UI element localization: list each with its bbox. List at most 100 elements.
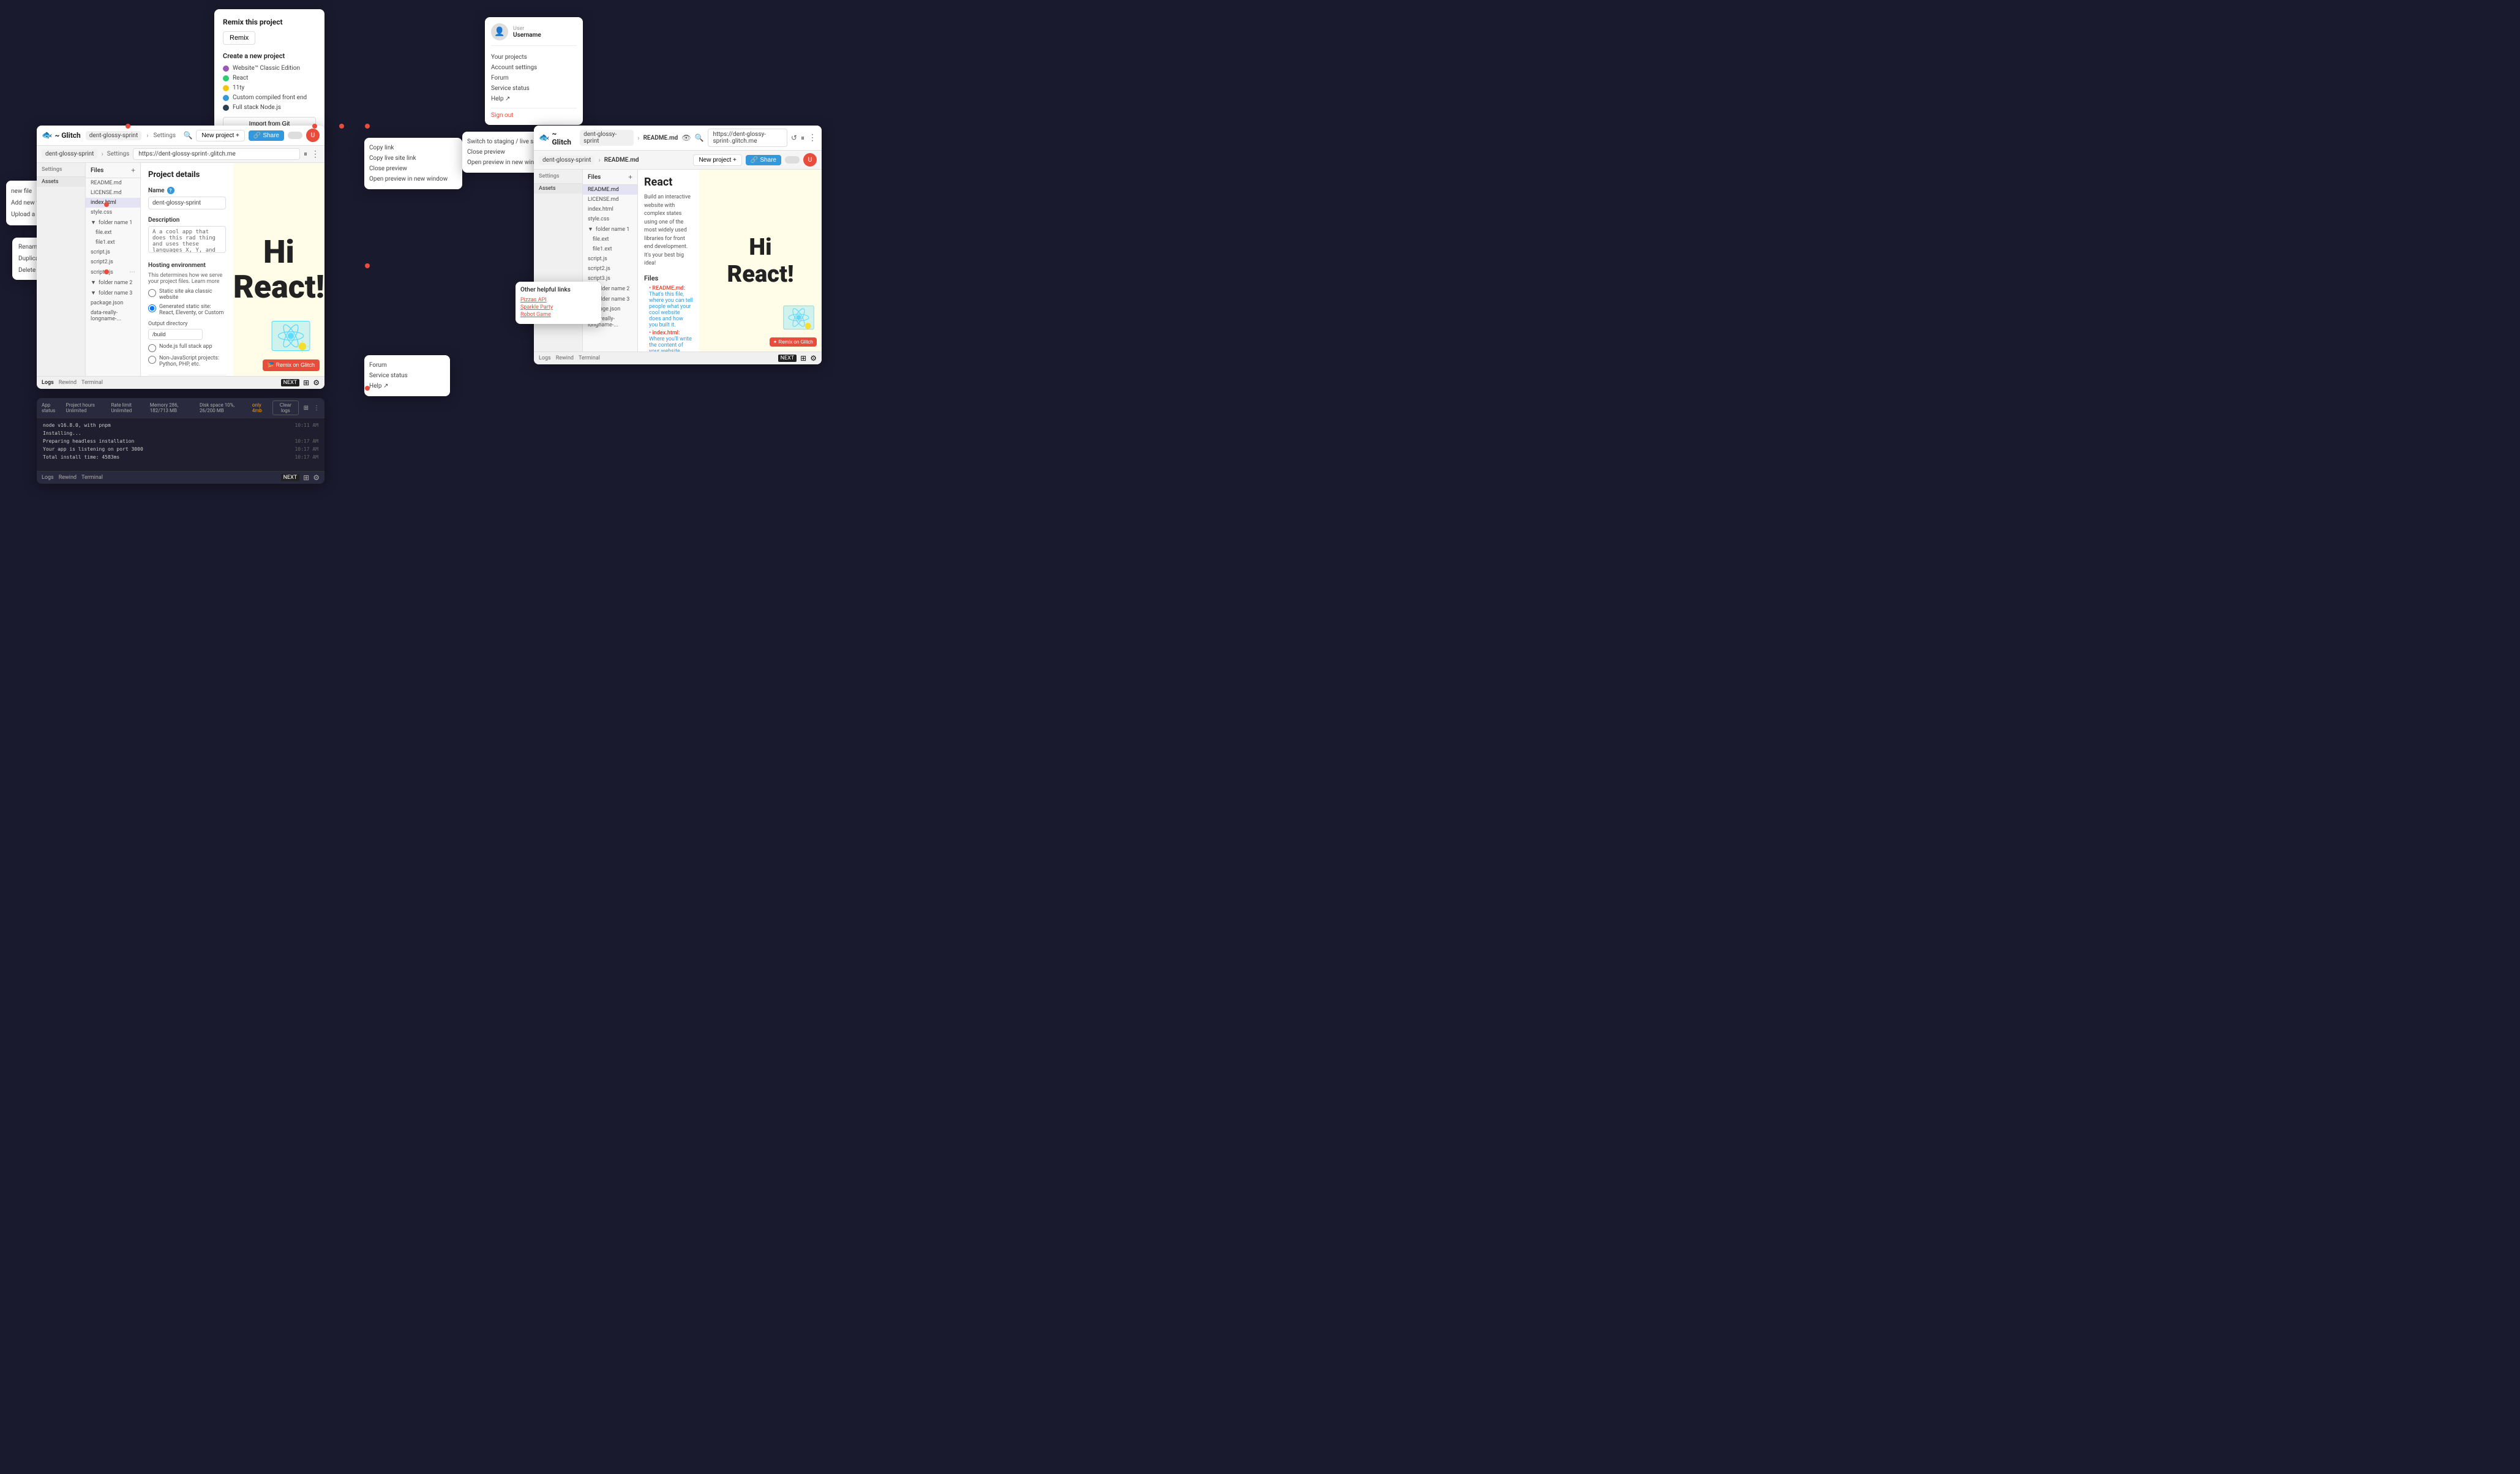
user-avatar-button[interactable]: U	[306, 129, 320, 142]
radio-static-input[interactable]	[148, 289, 156, 297]
menu-your-projects[interactable]: Your projects	[491, 52, 577, 62]
readme-file-ext[interactable]: file.ext	[583, 235, 637, 244]
share-button[interactable]: 🔗 Share	[249, 130, 284, 141]
readme-file-ext2[interactable]: file1.ext	[583, 244, 637, 254]
sidebar-settings[interactable]: Settings	[37, 163, 85, 177]
readme-script2[interactable]: script2.js	[583, 264, 637, 274]
other-sparkle-link[interactable]: Sparkle Party	[520, 304, 596, 310]
readme-eye-icon[interactable]: 👁	[681, 133, 691, 142]
readme-remix-glitch-btn[interactable]: ✦ Remix on Glitch	[770, 337, 817, 347]
readme-share-btn[interactable]: 🔗 Share	[746, 155, 781, 165]
file-ext-1[interactable]: file.ext	[86, 228, 140, 238]
folder-1[interactable]: ▼ folder name 1	[86, 217, 140, 228]
readme-footer-terminal[interactable]: Terminal	[579, 355, 600, 361]
copy-live-link-option[interactable]: Copy live site link	[369, 153, 457, 164]
terminal-more-icon[interactable]: ⋮	[313, 405, 320, 412]
toggle-control[interactable]	[288, 132, 302, 139]
close-preview-option[interactable]: Close preview	[369, 164, 457, 174]
project-option-react[interactable]: React	[223, 75, 316, 81]
terminal-footer-tab-terminal[interactable]: Terminal	[81, 475, 103, 481]
menu-forum[interactable]: Forum	[491, 73, 577, 83]
radio-generated-input[interactable]	[148, 304, 156, 312]
radio-static[interactable]: Static site aka classic website	[148, 288, 226, 301]
readme-sidebar-assets[interactable]: Assets	[534, 184, 582, 194]
terminal-grid-icon[interactable]: ⊞	[303, 473, 309, 482]
menu-help[interactable]: Help ↗	[491, 94, 577, 104]
readme-refresh-icon[interactable]: ↺	[791, 133, 797, 142]
toggle-switch[interactable]	[288, 132, 302, 139]
project-option-11ty[interactable]: 11ty	[223, 85, 316, 91]
readme-search-icon[interactable]: 🔍	[695, 133, 704, 142]
folder-2[interactable]: ▼ folder name 2	[86, 277, 140, 288]
file-script1[interactable]: script.js	[86, 247, 140, 257]
readme-new-project-btn[interactable]: New project +	[693, 154, 741, 166]
terminal-footer-tab-logs[interactable]: Logs	[42, 475, 54, 481]
help-link[interactable]: Help ↗	[369, 381, 445, 391]
footer-tab-logs[interactable]: Logs	[42, 380, 54, 386]
add-file-button[interactable]: +	[131, 166, 135, 175]
search-icon[interactable]: 🔍	[183, 131, 192, 140]
terminal-expand-icon[interactable]: ⊞	[304, 405, 309, 412]
readme-urlbar-badge[interactable]: dent-glossy-sprint	[539, 156, 594, 165]
radio-nodejs[interactable]: Node.js full stack app	[148, 344, 226, 352]
readme-footer-rewind[interactable]: Rewind	[556, 355, 574, 361]
readme-file-readme[interactable]: README.md	[583, 185, 637, 195]
readme-toggle[interactable]	[785, 156, 800, 164]
radio-nodejs-input[interactable]	[148, 344, 156, 352]
new-project-button[interactable]: New project +	[196, 130, 244, 141]
readme-project-badge[interactable]: dent-glossy-sprint	[580, 130, 634, 146]
readme-pause-btn[interactable]: ⏸	[801, 133, 804, 143]
readme-avatar-btn[interactable]: U	[803, 153, 817, 167]
readme-add-file-btn[interactable]: +	[628, 173, 632, 181]
file-package[interactable]: package.json	[86, 298, 140, 308]
readme-file-style[interactable]: style.css	[583, 214, 637, 224]
other-robot-link[interactable]: Robot Game	[520, 312, 596, 318]
readme-file-license[interactable]: LICENSE.md	[583, 195, 637, 205]
file-script2[interactable]: script2.js	[86, 257, 140, 267]
readme-more-icon[interactable]: ⋮	[808, 133, 817, 143]
remix-on-glitch-button[interactable]: 🎏 Remix on Glitch	[263, 359, 320, 371]
radio-nojs[interactable]: Non-JavaScript projects: Python, PHP, et…	[148, 355, 226, 367]
file-index[interactable]: index.html	[86, 198, 140, 208]
file-license[interactable]: LICENSE.md	[86, 188, 140, 198]
more-options-icon[interactable]: ⋮	[311, 149, 320, 159]
readme-footer-logs[interactable]: Logs	[539, 355, 551, 361]
readme-folder-1[interactable]: ▼ folder name 1	[583, 224, 637, 235]
name-info-icon[interactable]: ?	[167, 187, 174, 194]
project-name-badge[interactable]: dent-glossy-sprint	[86, 131, 141, 140]
file-ext-2[interactable]: file1.ext	[86, 238, 140, 247]
grid-icon[interactable]: ⊞	[303, 378, 309, 387]
other-pizza-link[interactable]: Pizzas API	[520, 297, 596, 303]
file-script3[interactable]: script3.js ⋯	[86, 267, 140, 277]
name-input[interactable]	[148, 197, 226, 209]
settings-icon[interactable]: ⚙	[313, 378, 320, 387]
urlbar-project-badge[interactable]: dent-glossy-sprint	[42, 149, 97, 159]
sidebar-assets[interactable]: Assets	[37, 177, 85, 187]
menu-account-settings[interactable]: Account settings	[491, 62, 577, 73]
file-style[interactable]: style.css	[86, 208, 140, 217]
clear-logs-button[interactable]: Clear logs	[272, 400, 299, 415]
forum-link[interactable]: Forum	[369, 360, 445, 370]
footer-tab-terminal[interactable]: Terminal	[81, 380, 103, 386]
open-new-window-option[interactable]: Open preview in new window	[369, 174, 457, 184]
remix-button[interactable]: Remix	[223, 31, 255, 45]
readme-file-index[interactable]: index.html	[583, 205, 637, 214]
footer-tab-rewind[interactable]: Rewind	[59, 380, 77, 386]
readme-settings-icon[interactable]: ⚙	[810, 354, 817, 363]
readme-toggle-control[interactable]	[785, 156, 800, 164]
menu-service-status[interactable]: Service status	[491, 83, 577, 94]
description-textarea[interactable]: A a cool app that does this rad thing an…	[148, 226, 226, 253]
project-option-custom[interactable]: Custom compiled front end	[223, 94, 316, 101]
file-readme[interactable]: README.md	[86, 178, 140, 188]
readme-grid-icon[interactable]: ⊞	[800, 354, 806, 363]
output-dir-input[interactable]	[148, 329, 203, 340]
pause-button[interactable]: ⏸	[304, 149, 307, 159]
project-option-website[interactable]: Website™ Classic Edition	[223, 65, 316, 72]
signout-button[interactable]: Sign out	[491, 108, 577, 119]
terminal-settings-icon[interactable]: ⚙	[313, 473, 320, 482]
project-option-nodejs[interactable]: Full stack Node.js	[223, 104, 316, 111]
readme-script1[interactable]: script.js	[583, 254, 637, 264]
radio-nojs-input[interactable]	[148, 356, 156, 364]
service-status-link[interactable]: Service status	[369, 370, 445, 381]
readme-sidebar-settings[interactable]: Settings	[534, 170, 582, 184]
